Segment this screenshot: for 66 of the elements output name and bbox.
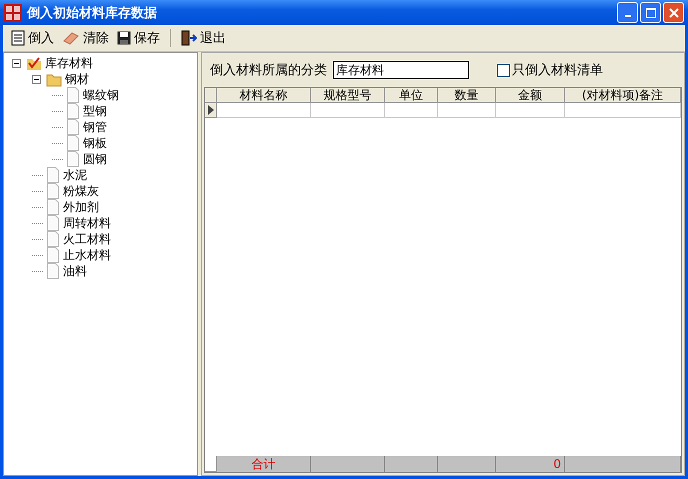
column-header[interactable]: 规格型号	[311, 88, 385, 103]
tree-item[interactable]: 库存材料	[45, 54, 93, 72]
page-icon	[46, 199, 60, 215]
tree-item[interactable]: 型钢	[83, 102, 107, 120]
checkbox[interactable]	[497, 64, 510, 76]
column-header[interactable]: 数量	[438, 88, 496, 103]
minimize-icon	[624, 14, 630, 16]
tree-item[interactable]: 水泥	[63, 166, 87, 184]
toolbar-button[interactable]: 退出	[179, 27, 228, 49]
close-button[interactable]	[663, 2, 684, 23]
page-icon	[66, 87, 80, 103]
column-header[interactable]: (对材料项)备注	[565, 88, 681, 103]
window-title: 倒入初始材料库存数据	[27, 4, 158, 22]
column-header[interactable]: 金额	[496, 88, 565, 103]
page-icon	[46, 231, 60, 247]
grid-corner-cell	[205, 88, 217, 103]
total-label-cell: 合计	[217, 456, 311, 472]
tree-item[interactable]: 周转材料	[63, 214, 111, 232]
page-icon	[66, 103, 80, 119]
page-icon	[66, 151, 80, 167]
minimize-button[interactable]	[617, 2, 638, 23]
tree-item[interactable]: 钢管	[83, 118, 107, 136]
tree-item[interactable]: 钢材	[65, 70, 89, 88]
page-icon	[46, 167, 60, 183]
folder-check-icon	[26, 55, 42, 71]
tree-item[interactable]: 钢板	[83, 134, 107, 152]
page-icon	[46, 247, 60, 263]
page-icon	[46, 183, 60, 199]
exit-door-icon	[181, 30, 197, 46]
tree-item[interactable]: 油料	[63, 262, 87, 280]
table-cell[interactable]	[385, 103, 438, 118]
table-cell[interactable]	[217, 103, 311, 118]
tree-item[interactable]: 止水材料	[63, 246, 111, 264]
toolbar-button[interactable]: 保存	[115, 27, 162, 49]
save-icon	[117, 31, 131, 45]
page-icon	[46, 263, 60, 279]
toolbar-button[interactable]: 倒入	[9, 27, 56, 49]
total-amount-cell: 0	[496, 456, 565, 472]
collapse-icon[interactable]	[32, 74, 41, 84]
app-grid-icon	[4, 4, 22, 22]
category-field[interactable]: 库存材料	[333, 61, 469, 79]
tree-item[interactable]: 火工材料	[63, 230, 111, 248]
page-icon	[46, 215, 60, 231]
table-cell[interactable]	[565, 103, 681, 118]
maximize-button[interactable]	[640, 2, 661, 23]
row-selector-cell[interactable]	[205, 103, 217, 118]
table-cell[interactable]	[311, 103, 385, 118]
column-header[interactable]: 材料名称	[217, 88, 311, 103]
collapse-icon[interactable]	[12, 58, 21, 68]
maximize-icon	[646, 8, 656, 18]
eraser-icon	[62, 31, 80, 45]
tree-item[interactable]: 圆钢	[83, 150, 107, 168]
page-icon	[66, 135, 80, 151]
tree-item[interactable]: 螺纹钢	[83, 86, 119, 104]
table-cell[interactable]	[438, 103, 496, 118]
column-header[interactable]: 单位	[385, 88, 438, 103]
toolbar-button[interactable]: 清除	[60, 27, 111, 49]
category-label: 倒入材料所属的分类	[210, 62, 327, 79]
tree-item[interactable]: 粉煤灰	[63, 182, 99, 200]
table-cell[interactable]	[496, 103, 565, 118]
page-icon	[66, 119, 80, 135]
row-pointer-icon	[208, 105, 214, 115]
close-icon	[668, 8, 678, 18]
tree-item[interactable]: 外加剂	[63, 198, 99, 216]
document-icon	[11, 30, 25, 46]
checkbox-label: 只倒入材料清单	[512, 62, 603, 79]
